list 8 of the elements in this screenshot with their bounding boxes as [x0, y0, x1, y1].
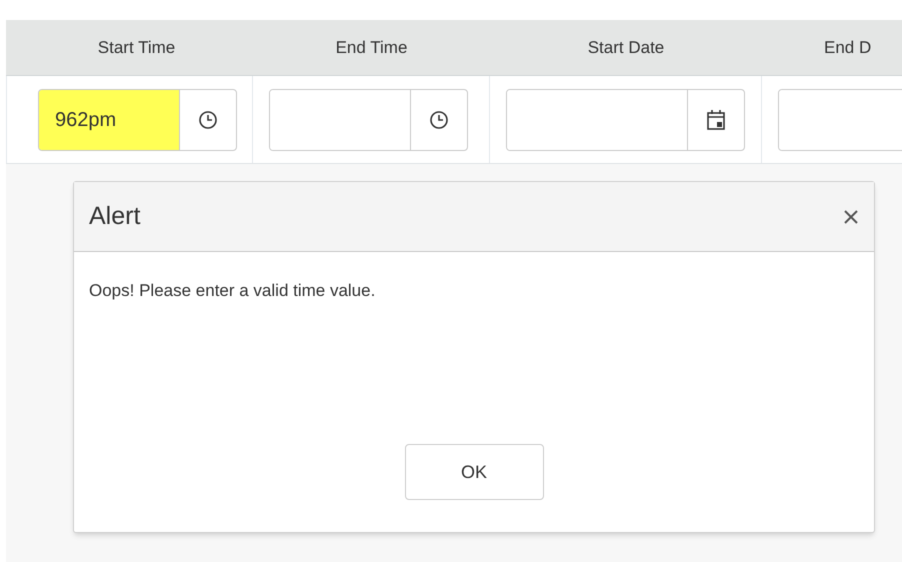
dialog-title: Alert	[89, 200, 140, 232]
time-field[interactable]: 962pm	[38, 88, 237, 150]
column-header[interactable]: End Time	[336, 38, 408, 57]
alert-message: Oops! Please enter a valid time value.	[89, 280, 376, 302]
column-header[interactable]: Start Date	[588, 38, 664, 57]
ok-button[interactable]: OK	[404, 444, 544, 500]
column-header[interactable]: Start Time	[98, 38, 176, 57]
column-header[interactable]: End D	[824, 38, 872, 57]
